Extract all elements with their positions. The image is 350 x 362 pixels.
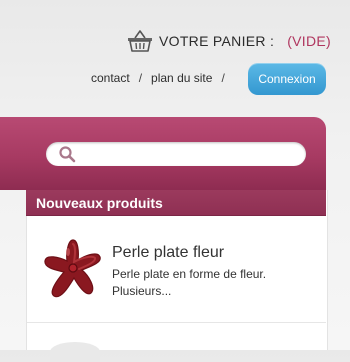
new-products-title: Nouveaux produits	[26, 190, 326, 216]
sitemap-link[interactable]: plan du site	[151, 71, 212, 85]
cart-status: (VIDE)	[287, 33, 331, 49]
basket-icon	[126, 29, 154, 53]
link-separator: /	[138, 71, 143, 85]
cart-summary[interactable]: VOTRE PANIER : (VIDE)	[126, 29, 331, 53]
login-button[interactable]: Connexion	[248, 63, 326, 95]
link-separator: /	[221, 71, 225, 85]
contact-link[interactable]: contact	[91, 71, 130, 85]
search-input[interactable]	[80, 143, 294, 165]
product-item[interactable]: Perle plate fleur Perle plate en forme d…	[26, 232, 326, 322]
search-icon	[58, 145, 76, 163]
search-box[interactable]	[46, 142, 306, 166]
product-name[interactable]: Perle plate fleur	[112, 244, 224, 262]
product-divider	[27, 322, 326, 323]
product-description: Perle plate en forme de fleur. Plusieurs…	[112, 267, 267, 298]
next-product-thumbnail[interactable]	[50, 342, 100, 362]
red-flower-bead-icon[interactable]	[44, 238, 102, 302]
cart-label: VOTRE PANIER :	[159, 33, 275, 49]
header-links: contact / plan du site /	[91, 71, 234, 85]
